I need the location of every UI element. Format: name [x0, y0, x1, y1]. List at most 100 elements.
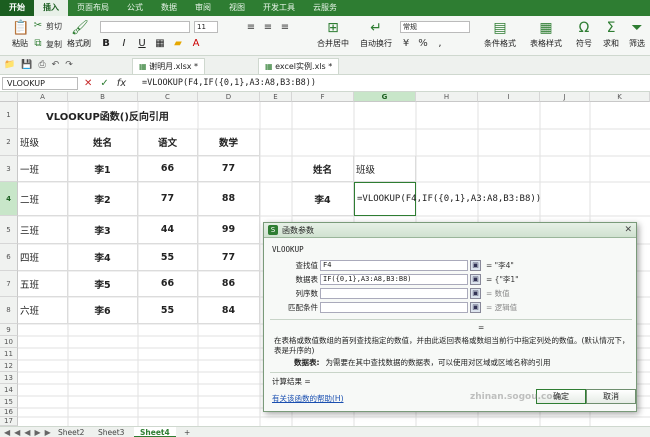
- font-family-select[interactable]: [100, 21, 190, 33]
- table-cell[interactable]: 四班: [18, 244, 68, 271]
- table-cell[interactable]: 李3: [68, 216, 138, 244]
- active-cell-g4[interactable]: =VLOOKUP(F4,IF({0,1},A3:A8,B3:B8)): [354, 182, 541, 216]
- row-header-10[interactable]: 10: [0, 336, 18, 348]
- sum-button[interactable]: Σ 求和: [598, 18, 624, 54]
- sheet-tab-sheet2[interactable]: Sheet2: [52, 427, 90, 437]
- tab-view[interactable]: 视图: [220, 0, 254, 16]
- sheet-tab-sheet4[interactable]: Sheet4: [134, 427, 176, 437]
- thousands-icon[interactable]: ,: [434, 38, 446, 50]
- table-cell[interactable]: 66: [138, 271, 198, 297]
- cancel-icon[interactable]: ✕: [84, 77, 92, 90]
- range-select-icon[interactable]: ▣: [470, 274, 481, 285]
- close-icon[interactable]: ✕: [624, 225, 632, 235]
- row-header-3[interactable]: 3: [0, 156, 18, 182]
- header-math[interactable]: 数学: [198, 129, 260, 156]
- sheet-tab-sheet3[interactable]: Sheet3: [92, 427, 130, 437]
- row-header-17[interactable]: 17: [0, 417, 18, 426]
- table-cell[interactable]: 66: [138, 156, 198, 182]
- add-sheet-icon[interactable]: +: [178, 427, 196, 437]
- print-icon[interactable]: ⎙: [38, 60, 45, 70]
- merge-center-button[interactable]: ⊞ 合并居中: [313, 18, 353, 54]
- wrap-text-button[interactable]: ↵ 自动换行: [356, 18, 396, 54]
- table-cell[interactable]: 一班: [18, 156, 68, 182]
- cut-button[interactable]: ✂ 剪切: [32, 20, 62, 32]
- border-icon[interactable]: ▦: [154, 38, 166, 50]
- font-color-icon[interactable]: A: [190, 38, 202, 50]
- table-cell[interactable]: 三班: [18, 216, 68, 244]
- italic-icon[interactable]: I: [118, 38, 130, 50]
- font-size-select[interactable]: 11: [194, 21, 218, 33]
- copy-button[interactable]: ⧉ 复制: [32, 38, 62, 50]
- row-header-16[interactable]: 16: [0, 408, 18, 417]
- dialog-titlebar[interactable]: S 函数参数: [264, 223, 636, 238]
- format-painter-button[interactable]: 🖌 格式刷: [62, 18, 96, 54]
- table-cell[interactable]: 55: [138, 297, 198, 324]
- table-cell[interactable]: 二班: [18, 182, 68, 216]
- underline-icon[interactable]: U: [136, 38, 148, 50]
- row-header-8[interactable]: 8: [0, 297, 18, 324]
- tab-insert[interactable]: 插入: [34, 0, 68, 16]
- column-header-d[interactable]: D: [198, 92, 260, 102]
- doc-tab-xieming[interactable]: ▦ 谢明月.xlsx *: [132, 58, 206, 74]
- row-header-15[interactable]: 15: [0, 396, 18, 408]
- currency-icon[interactable]: ¥: [400, 38, 412, 50]
- row-header-13[interactable]: 13: [0, 372, 18, 384]
- row-header-7[interactable]: 7: [0, 271, 18, 297]
- column-header-j[interactable]: J: [540, 92, 590, 102]
- table-cell[interactable]: 77: [198, 156, 260, 182]
- table-cell[interactable]: 李2: [68, 182, 138, 216]
- tab-developer[interactable]: 开发工具: [254, 0, 304, 16]
- table-style-button[interactable]: ▦ 表格样式: [524, 18, 568, 54]
- bold-icon[interactable]: B: [100, 38, 112, 50]
- param-input-table[interactable]: IF({0,1},A3:A8,B3:B8): [320, 274, 468, 285]
- table-cell[interactable]: 77: [198, 244, 260, 271]
- table-cell[interactable]: 55: [138, 244, 198, 271]
- save-icon[interactable]: 💾: [21, 60, 32, 70]
- row-header-1[interactable]: 1: [0, 102, 18, 129]
- tab-cloud[interactable]: 云服务: [304, 0, 346, 16]
- percent-icon[interactable]: %: [417, 38, 429, 50]
- column-header-k[interactable]: K: [590, 92, 650, 102]
- lookup-class-label[interactable]: 班级: [354, 156, 416, 182]
- tab-formulas[interactable]: 公式: [118, 0, 152, 16]
- table-cell[interactable]: 86: [198, 271, 260, 297]
- range-select-icon[interactable]: ▣: [470, 302, 481, 313]
- symbol-button[interactable]: Ω 符号: [570, 18, 598, 54]
- column-header-i[interactable]: I: [478, 92, 540, 102]
- row-header-5[interactable]: 5: [0, 216, 18, 244]
- tab-home[interactable]: 开始: [0, 0, 34, 16]
- row-header-4[interactable]: 4: [0, 182, 18, 216]
- header-class[interactable]: 班级: [18, 129, 68, 156]
- tab-page-layout[interactable]: 页面布局: [68, 0, 118, 16]
- table-cell[interactable]: 李6: [68, 297, 138, 324]
- header-name[interactable]: 姓名: [68, 129, 138, 156]
- column-header-g[interactable]: G: [354, 92, 416, 102]
- table-cell[interactable]: 李1: [68, 156, 138, 182]
- table-cell[interactable]: 44: [138, 216, 198, 244]
- align-bottom-icon[interactable]: ≡: [279, 22, 291, 34]
- redo-icon[interactable]: ↷: [65, 60, 73, 70]
- column-header-a[interactable]: A: [18, 92, 68, 102]
- param-input-lookup-value[interactable]: F4: [320, 260, 468, 271]
- confirm-icon[interactable]: ✓: [100, 77, 108, 90]
- row-header-12[interactable]: 12: [0, 360, 18, 372]
- column-header-f[interactable]: F: [292, 92, 354, 102]
- table-cell[interactable]: 李4: [68, 244, 138, 271]
- header-chinese[interactable]: 语文: [138, 129, 198, 156]
- help-link[interactable]: 有关该函数的帮助(H): [272, 393, 344, 404]
- column-header-h[interactable]: H: [416, 92, 478, 102]
- undo-icon[interactable]: ↶: [52, 60, 60, 70]
- fx-icon[interactable]: fx: [117, 77, 126, 90]
- doc-tab-excel-example[interactable]: ▦ excel实例.xls *: [258, 58, 340, 74]
- column-header-e[interactable]: E: [260, 92, 292, 102]
- row-header-9[interactable]: 9: [0, 324, 18, 336]
- align-top-icon[interactable]: ≡: [245, 22, 257, 34]
- number-format-select[interactable]: 常规: [400, 21, 470, 33]
- table-cell[interactable]: 五班: [18, 271, 68, 297]
- table-cell[interactable]: 六班: [18, 297, 68, 324]
- row-header-6[interactable]: 6: [0, 244, 18, 271]
- param-input-match[interactable]: [320, 302, 468, 313]
- folder-icon[interactable]: 📁: [4, 60, 15, 70]
- cancel-button[interactable]: 取消: [586, 389, 636, 404]
- column-header-c[interactable]: C: [138, 92, 198, 102]
